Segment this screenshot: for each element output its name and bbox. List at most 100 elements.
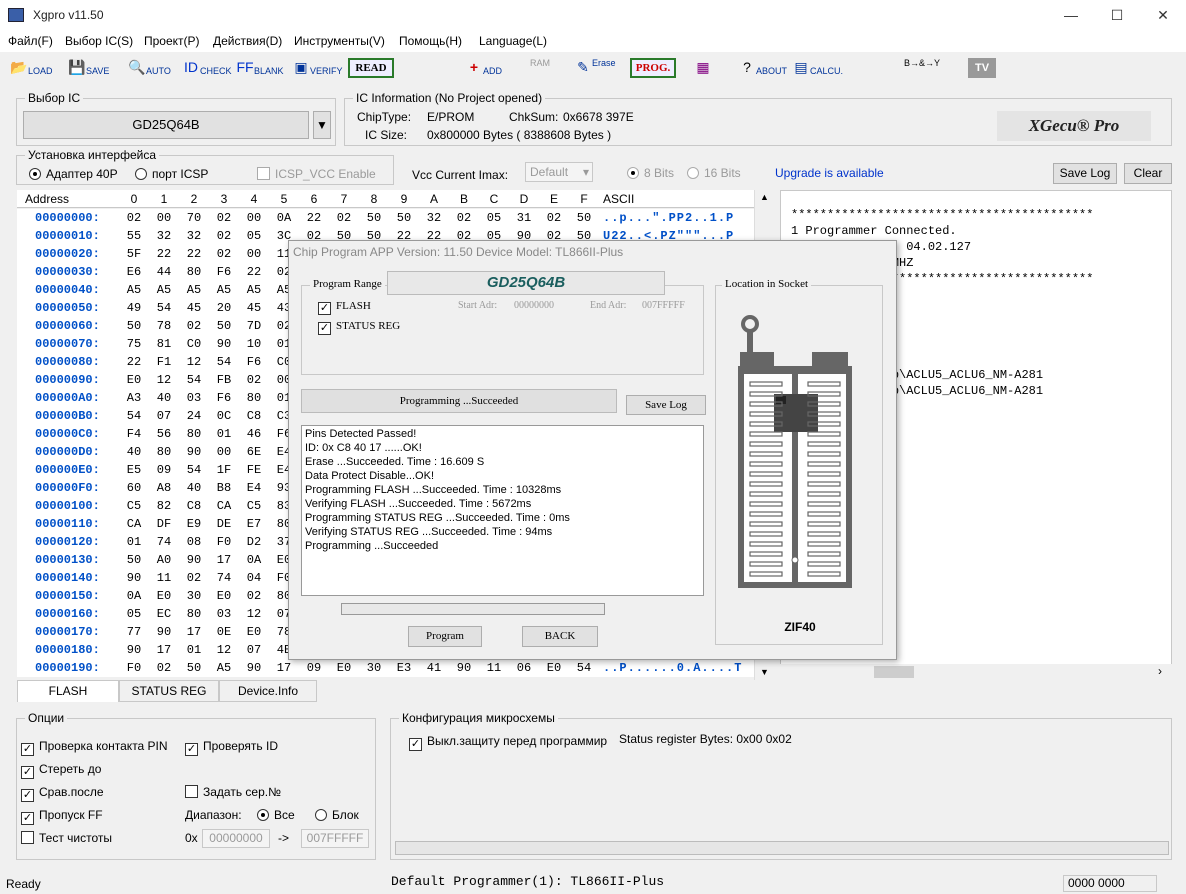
hex-byte[interactable]: 05 [479, 211, 509, 225]
hex-byte[interactable]: 05 [119, 607, 149, 621]
hex-byte[interactable]: 50 [119, 553, 149, 567]
hex-byte[interactable]: 17 [179, 625, 209, 639]
hex-byte[interactable]: 54 [569, 661, 599, 675]
ic-dropdown-arrow-icon[interactable]: ▼ [313, 111, 331, 139]
log-hscrollbar[interactable]: › [780, 664, 1172, 680]
hex-byte[interactable]: A5 [179, 283, 209, 297]
about-button[interactable]: ? ABOUT [738, 58, 787, 82]
hex-byte[interactable]: 22 [119, 355, 149, 369]
hex-byte[interactable]: E0 [149, 589, 179, 603]
hex-byte[interactable]: 49 [119, 301, 149, 315]
hex-byte[interactable]: 22 [299, 211, 329, 225]
check-contact-checkbox[interactable]: ✓ Проверка контакта PIN [21, 739, 168, 756]
hex-byte[interactable]: 74 [149, 535, 179, 549]
hex-byte[interactable]: 0A [269, 211, 299, 225]
hex-byte[interactable]: 40 [119, 445, 149, 459]
hex-byte[interactable]: 90 [119, 643, 149, 657]
erase-button[interactable]: ✎ Erase [574, 58, 615, 82]
adapter-radio[interactable]: Адаптер 40P [29, 167, 118, 181]
menu-project[interactable]: Проект(P) [144, 34, 200, 48]
hex-byte[interactable]: 44 [149, 265, 179, 279]
hex-byte[interactable]: 02 [209, 211, 239, 225]
hex-byte[interactable]: 02 [239, 373, 269, 387]
hex-byte[interactable]: 75 [119, 337, 149, 351]
hex-byte[interactable]: E0 [329, 661, 359, 675]
hex-byte[interactable]: 80 [179, 607, 209, 621]
hex-byte[interactable]: 80 [179, 427, 209, 441]
hex-byte[interactable]: F4 [119, 427, 149, 441]
hex-byte[interactable]: 81 [149, 337, 179, 351]
range-block-radio[interactable]: Блок [315, 808, 359, 822]
hex-byte[interactable]: 22 [239, 265, 269, 279]
chip-button[interactable]: ▦ [694, 58, 712, 82]
hex-byte[interactable]: 17 [149, 643, 179, 657]
hex-byte[interactable]: A0 [149, 553, 179, 567]
hex-byte[interactable]: 70 [179, 211, 209, 225]
hex-byte[interactable]: 10 [239, 337, 269, 351]
hex-byte[interactable]: F0 [119, 661, 149, 675]
hex-byte[interactable]: DE [209, 517, 239, 531]
hex-byte[interactable]: E0 [539, 661, 569, 675]
hex-byte[interactable]: 00 [239, 247, 269, 261]
ic-select-value[interactable]: GD25Q64B [23, 111, 309, 139]
hex-byte[interactable]: E3 [389, 661, 419, 675]
hex-byte[interactable]: 54 [119, 409, 149, 423]
hex-byte[interactable]: C0 [179, 337, 209, 351]
hex-byte[interactable]: C5 [119, 499, 149, 513]
hex-byte[interactable]: E0 [119, 373, 149, 387]
icsp-vcc-checkbox[interactable]: ICSP_VCC Enable [257, 167, 376, 181]
icsp-radio[interactable]: порт ICSP [135, 167, 208, 181]
hex-byte[interactable]: E4 [239, 481, 269, 495]
hex-byte[interactable]: C8 [179, 499, 209, 513]
hex-byte[interactable]: 24 [179, 409, 209, 423]
hex-byte[interactable]: 50 [389, 211, 419, 225]
hex-byte[interactable]: 02 [179, 319, 209, 333]
range-to-input[interactable]: 007FFFFF [301, 829, 369, 848]
hex-byte[interactable]: 07 [239, 643, 269, 657]
hex-byte[interactable]: 46 [239, 427, 269, 441]
hex-byte[interactable]: 30 [179, 589, 209, 603]
load-button[interactable]: 📂LOAD [10, 58, 52, 82]
hex-byte[interactable]: 02 [449, 211, 479, 225]
hex-byte[interactable]: CA [119, 517, 149, 531]
hex-byte[interactable]: D2 [239, 535, 269, 549]
hex-byte[interactable]: 02 [119, 211, 149, 225]
hex-byte[interactable]: 60 [119, 481, 149, 495]
hex-byte[interactable]: 05 [239, 229, 269, 243]
16bits-radio[interactable]: 16 Bits [687, 166, 741, 180]
save-log-button[interactable]: Save Log [1053, 163, 1117, 184]
hex-byte[interactable]: A5 [119, 283, 149, 297]
hex-byte[interactable]: 11 [149, 571, 179, 585]
ram-button[interactable]: RAM [530, 58, 550, 82]
hex-byte[interactable]: A5 [149, 283, 179, 297]
hex-byte[interactable]: 55 [119, 229, 149, 243]
hex-byte[interactable]: 7D [239, 319, 269, 333]
hex-byte[interactable]: 22 [149, 247, 179, 261]
hex-byte[interactable]: 40 [149, 391, 179, 405]
hex-byte[interactable]: 02 [539, 211, 569, 225]
hex-byte[interactable]: 41 [419, 661, 449, 675]
tab-device-info[interactable]: Device.Info [219, 680, 317, 702]
hex-byte[interactable]: 1F [209, 463, 239, 477]
hex-byte[interactable]: 45 [239, 301, 269, 315]
hex-byte[interactable]: 12 [149, 373, 179, 387]
hex-byte[interactable]: 54 [209, 355, 239, 369]
blank-button[interactable]: FFBLANK [236, 58, 283, 82]
hex-byte[interactable]: 01 [119, 535, 149, 549]
hex-byte[interactable]: 00 [149, 211, 179, 225]
range-all-radio[interactable]: Все [257, 808, 295, 822]
auto-button[interactable]: 🔍AUTO [128, 58, 171, 82]
menu-select-ic[interactable]: Выбор IC(S) [65, 34, 133, 48]
close-button[interactable]: ✕ [1140, 0, 1186, 31]
hex-byte[interactable]: F1 [149, 355, 179, 369]
hex-byte[interactable]: 07 [149, 409, 179, 423]
hex-byte[interactable]: 45 [179, 301, 209, 315]
serial-checkbox[interactable]: Задать сер.№ [185, 785, 281, 799]
hex-byte[interactable]: 90 [239, 661, 269, 675]
hex-byte[interactable]: 40 [179, 481, 209, 495]
hex-byte[interactable]: 02 [239, 589, 269, 603]
hex-byte[interactable]: 09 [149, 463, 179, 477]
hex-byte[interactable]: 22 [179, 247, 209, 261]
hex-byte[interactable]: 01 [179, 643, 209, 657]
hex-byte[interactable]: F0 [209, 535, 239, 549]
